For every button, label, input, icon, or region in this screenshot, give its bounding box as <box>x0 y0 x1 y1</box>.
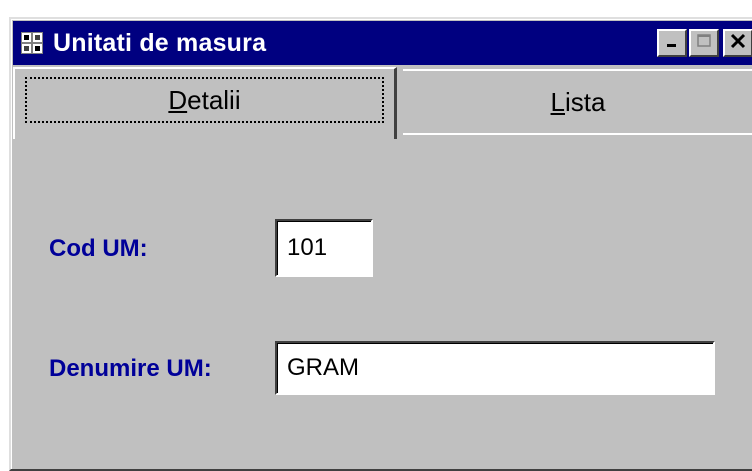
app-grid-icon[interactable] <box>21 32 43 54</box>
maximize-button[interactable] <box>689 29 719 57</box>
tab-lista-label: Lista <box>550 86 606 117</box>
tab-focus-rect: Detalii <box>25 77 384 123</box>
title-bar[interactable]: Unitati de masura <box>13 21 752 65</box>
denumire-um-label: Denumire UM: <box>49 355 212 382</box>
tab-lista[interactable]: Lista <box>403 69 752 135</box>
tab-strip: Detalii Lista <box>13 67 752 139</box>
minimize-icon <box>665 34 679 53</box>
caption-buttons <box>655 29 752 57</box>
cod-um-input[interactable]: 101 <box>275 219 373 277</box>
tab-detalii[interactable]: Detalii <box>13 67 397 139</box>
unitati-window: Unitati de masura Detalii Lista Cod UM: … <box>9 17 752 471</box>
tab-detalii-label: Detalii <box>168 84 241 115</box>
close-button[interactable] <box>723 29 752 57</box>
window-title: Unitati de masura <box>53 28 267 57</box>
cod-um-label: Cod UM: <box>49 235 148 262</box>
close-icon <box>730 33 746 54</box>
maximize-icon <box>696 33 712 54</box>
minimize-button[interactable] <box>657 29 687 57</box>
denumire-um-input[interactable]: GRAM <box>275 341 715 395</box>
